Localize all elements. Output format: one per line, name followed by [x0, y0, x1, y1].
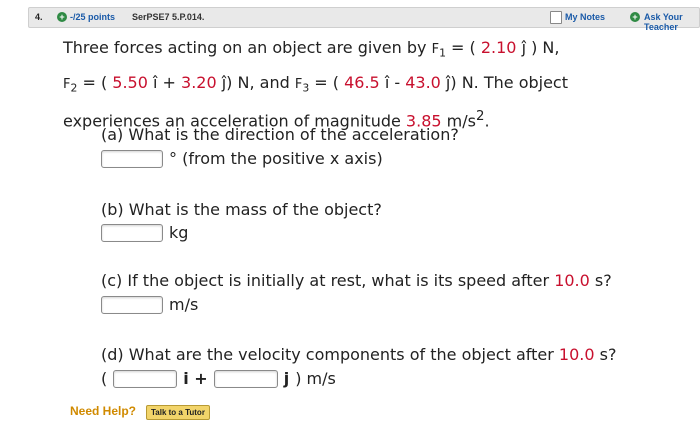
- part-a-answer-input[interactable]: [101, 149, 163, 168]
- part-c-answer-input[interactable]: [101, 295, 163, 314]
- force-3-j-value: 43.0: [405, 72, 441, 92]
- problem-text: Three forces acting on an object are giv…: [63, 38, 432, 57]
- problem-statement: Three forces acting on an object are giv…: [63, 33, 693, 136]
- force-3-i-value: 46.5: [344, 72, 380, 92]
- my-notes-link[interactable]: My Notes: [565, 12, 605, 22]
- part-c-answer-row: m/s: [101, 295, 198, 314]
- ask-teacher-link[interactable]: Ask Your Teacher: [644, 12, 699, 32]
- part-a-question: (a) What is the direction of the acceler…: [101, 125, 459, 144]
- part-c-question: (c) If the object is initially at rest, …: [101, 271, 612, 290]
- plus-icon[interactable]: +: [57, 12, 67, 22]
- part-a-unit: ° (from the positive x axis): [169, 149, 383, 168]
- part-b-question: (b) What is the mass of the object?: [101, 200, 382, 219]
- part-d-j-input[interactable]: [213, 369, 278, 388]
- part-d-answer-row: ( i + j ) m/s: [101, 369, 336, 388]
- points-label: -/25 points: [70, 12, 116, 22]
- part-c-time: 10.0: [554, 271, 590, 290]
- need-help-label: Need Help?: [70, 404, 137, 418]
- part-b-answer-row: kg: [101, 223, 188, 242]
- question-number: 4.: [35, 12, 43, 22]
- part-a-answer-row: ° (from the positive x axis): [101, 149, 383, 168]
- force-1-j-value: 2.10: [480, 38, 517, 57]
- part-d-j-label: j: [283, 369, 290, 388]
- part-b-unit: kg: [169, 223, 189, 242]
- part-d-unit: ) m/s: [295, 369, 336, 388]
- talk-to-tutor-button[interactable]: Talk to a Tutor: [146, 405, 210, 420]
- part-d-open-paren: (: [101, 369, 108, 388]
- force-1-symbol: F1: [431, 42, 446, 60]
- part-d-question: (d) What are the velocity components of …: [101, 345, 617, 364]
- part-d-i-input[interactable]: [113, 369, 178, 388]
- part-d-time: 10.0: [558, 345, 595, 364]
- problem-line-1: Three forces acting on an object are giv…: [63, 38, 560, 60]
- problem-line-2: F2 = ( 5.50 î + 3.20 ĵ) N, and F3 = ( 46…: [63, 72, 568, 95]
- part-c-unit: m/s: [169, 295, 199, 314]
- question-header-bar: 4. + -/25 points SerPSE7 5.P.014. My Not…: [28, 7, 700, 32]
- force-2-i-value: 5.50: [112, 72, 148, 92]
- force-3-symbol: F3: [294, 76, 310, 95]
- problem-id: SerPSE7 5.P.014.: [132, 12, 205, 22]
- notes-icon[interactable]: [550, 11, 562, 24]
- part-d-i-label: i +: [183, 369, 208, 388]
- part-b-answer-input[interactable]: [101, 223, 163, 242]
- force-2-symbol: F2: [63, 76, 78, 95]
- plus-icon[interactable]: +: [630, 12, 640, 22]
- force-2-j-value: 3.20: [181, 72, 217, 92]
